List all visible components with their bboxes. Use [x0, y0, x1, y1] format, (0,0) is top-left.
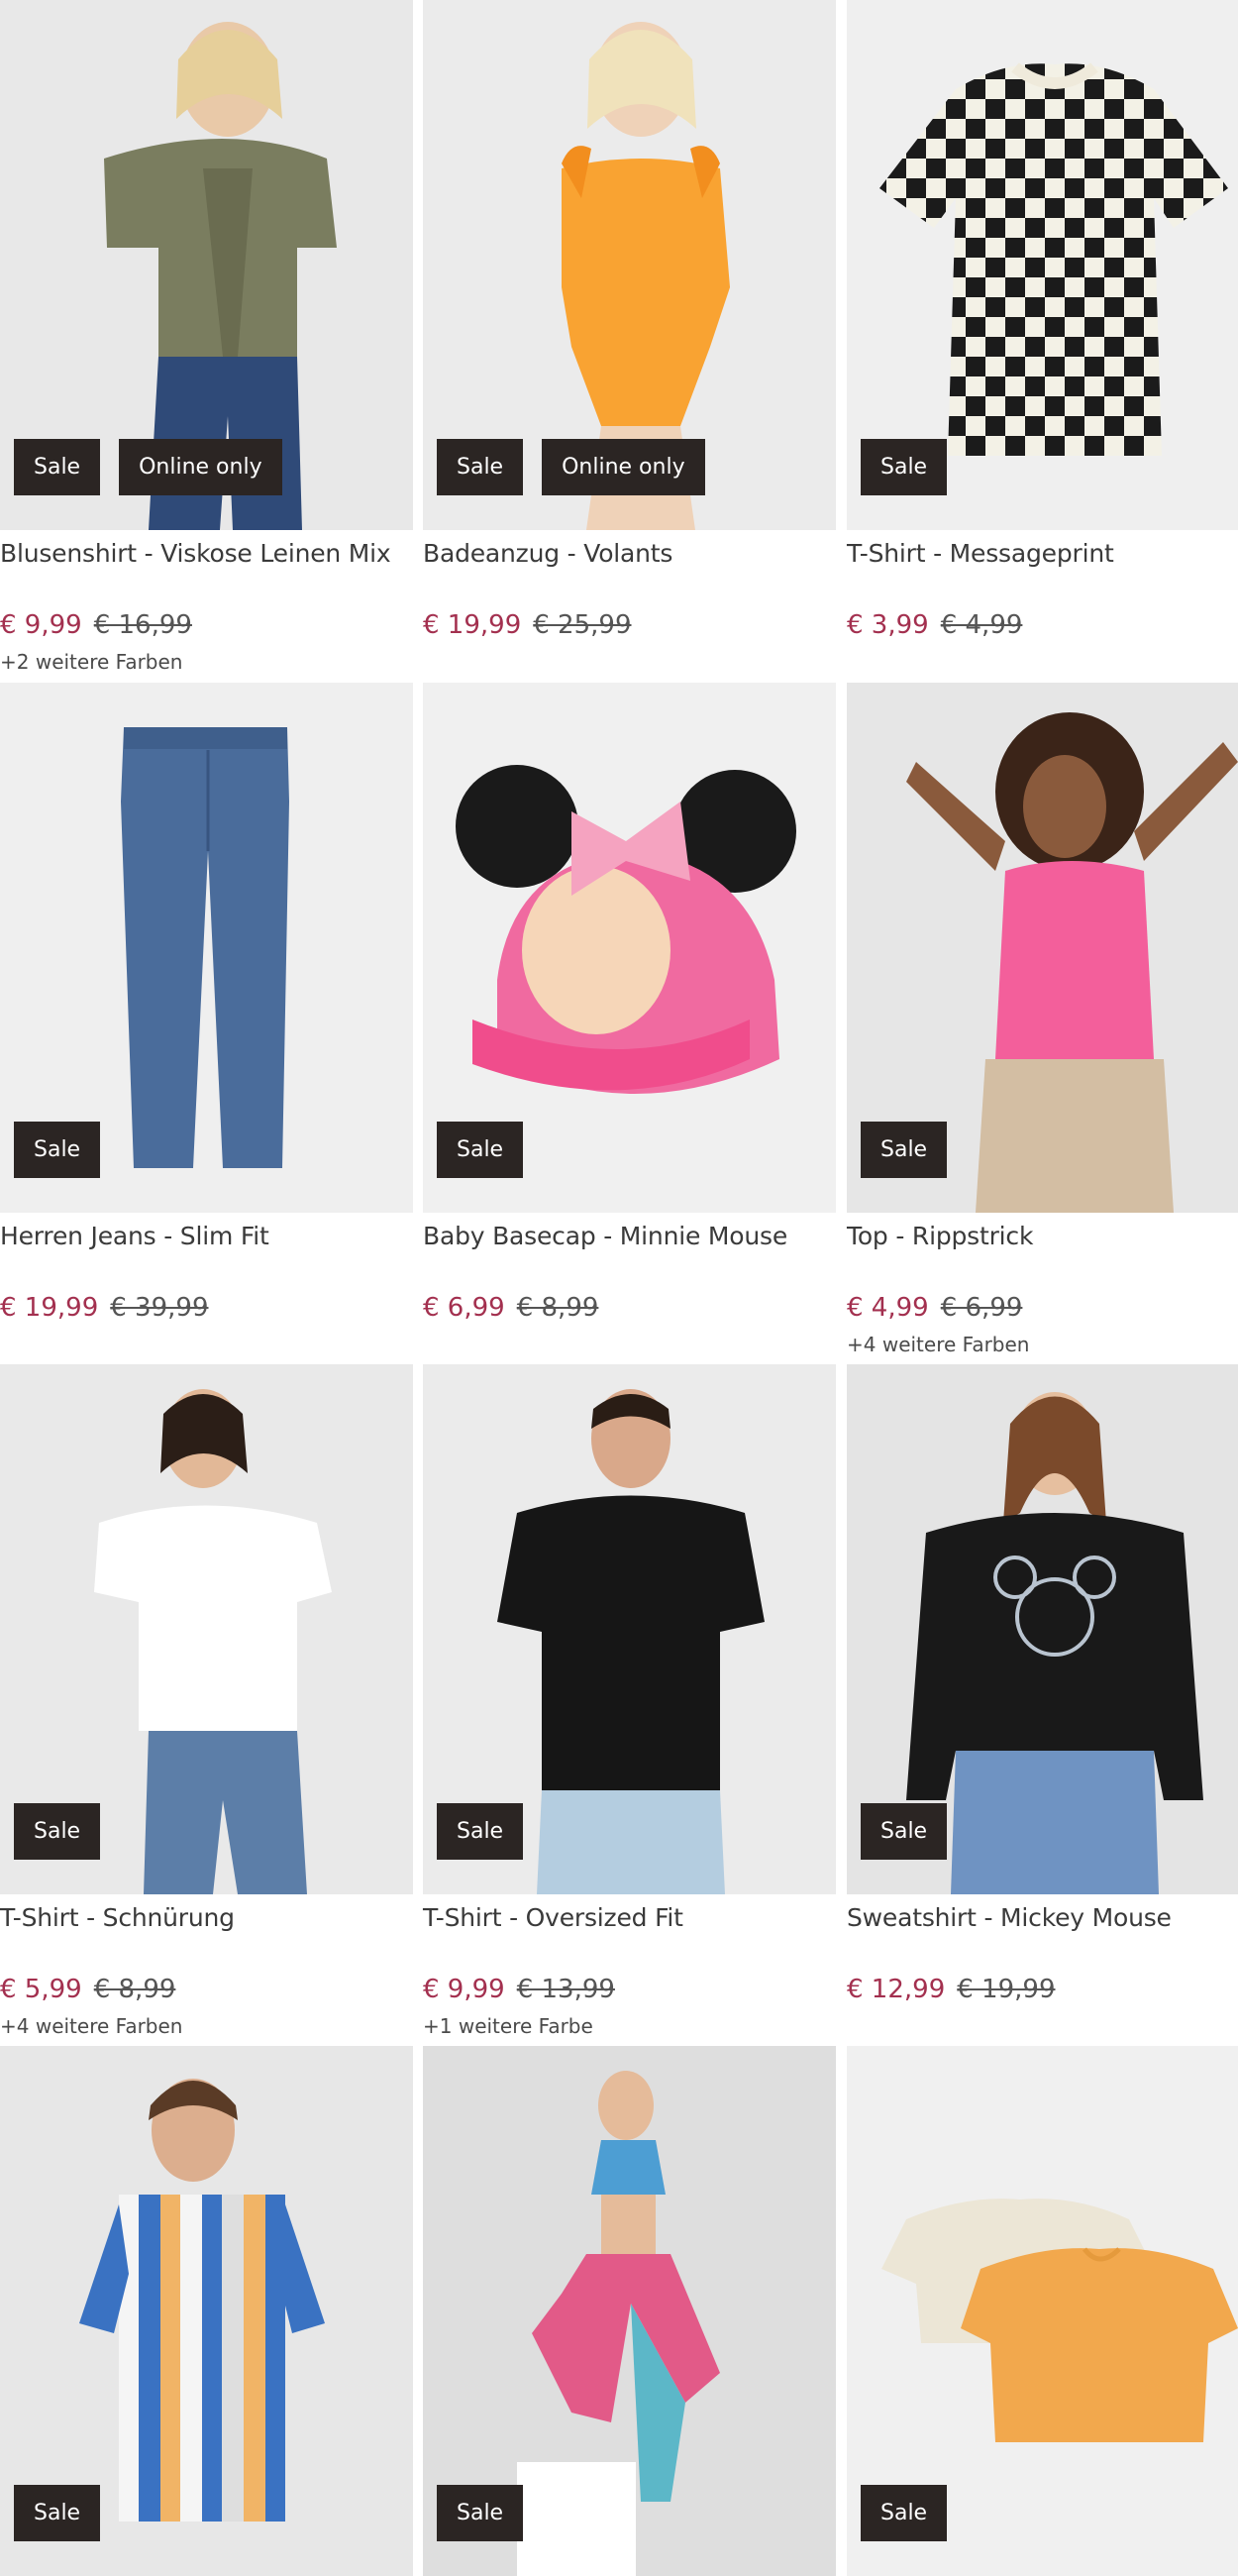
product-image[interactable]: Sale [847, 0, 1238, 530]
product-image[interactable]: Sale [847, 683, 1238, 1213]
product-image[interactable]: Sale [847, 2046, 1238, 2576]
product-image[interactable]: Sale [0, 1364, 413, 1894]
product-image[interactable]: Sale Online only [0, 0, 413, 530]
more-colors-link[interactable]: +1 weitere Farbe [423, 2013, 593, 2039]
product-price-row: € 4,99 € 6,99 [847, 1290, 1022, 1326]
product-price-row: € 3,99 € 4,99 [847, 607, 1022, 643]
sale-badge: Sale [861, 439, 948, 495]
product-price-row: € 6,99 € 8,99 [423, 1290, 598, 1326]
sale-price: € 9,99 [0, 610, 82, 640]
badge-group: Sale [14, 1803, 101, 1860]
sale-badge: Sale [861, 2485, 948, 2541]
product-image[interactable]: Sale [423, 2046, 836, 2576]
sale-badge: Sale [437, 1122, 524, 1178]
badge-group: Sale Online only [14, 439, 282, 495]
sale-badge: Sale [861, 1803, 948, 1860]
product-title[interactable]: Herren Jeans - Slim Fit [0, 1219, 269, 1254]
sale-price: € 9,99 [423, 1975, 505, 2004]
product-price-row: € 9,99 € 16,99 [0, 607, 192, 643]
product-image[interactable]: Sale [423, 683, 836, 1213]
badge-group: Sale [861, 1803, 948, 1860]
original-price: € 13,99 [516, 1975, 615, 2004]
product-price-row: € 9,99 € 13,99 [423, 1972, 615, 2007]
product-title[interactable]: Badeanzug - Volants [423, 536, 672, 572]
badge-group: Sale Online only [437, 439, 705, 495]
sale-price: € 3,99 [847, 610, 929, 640]
original-price: € 16,99 [93, 610, 192, 640]
sale-price: € 19,99 [423, 610, 522, 640]
product-title[interactable]: T-Shirt - Messageprint [847, 536, 1114, 572]
badge-group: Sale [437, 1122, 524, 1178]
product-image[interactable]: Sale [0, 683, 413, 1213]
sale-price: € 4,99 [847, 1293, 929, 1323]
sale-badge: Sale [14, 2485, 101, 2541]
sale-badge: Sale [14, 439, 101, 495]
original-price: € 25,99 [533, 610, 632, 640]
product-price-row: € 5,99 € 8,99 [0, 1972, 175, 2007]
badge-group: Sale [14, 1122, 101, 1178]
product-title[interactable]: Blusenshirt - Viskose Leinen Mix [0, 536, 391, 572]
product-title[interactable]: Top - Rippstrick [847, 1219, 1033, 1254]
original-price: € 19,99 [957, 1975, 1056, 2004]
sale-badge: Sale [437, 439, 524, 495]
badge-group: Sale [861, 1122, 948, 1178]
product-title[interactable]: T-Shirt - Schnürung [0, 1900, 235, 1936]
product-price-row: € 12,99 € 19,99 [847, 1972, 1056, 2007]
sale-badge: Sale [437, 2485, 524, 2541]
original-price: € 8,99 [93, 1975, 176, 2004]
sale-badge: Sale [861, 1122, 948, 1178]
product-price-row: € 19,99 € 39,99 [0, 1290, 209, 1326]
product-price-row: € 19,99 € 25,99 [423, 607, 632, 643]
sale-price: € 12,99 [847, 1975, 946, 2004]
sale-badge: Sale [437, 1803, 524, 1860]
more-colors-link[interactable]: +4 weitere Farben [847, 1332, 1029, 1357]
badge-group: Sale [437, 2485, 524, 2541]
product-title[interactable]: T-Shirt - Oversized Fit [423, 1900, 683, 1936]
sale-price: € 5,99 [0, 1975, 82, 2004]
product-image[interactable]: Sale [0, 2046, 413, 2576]
online-only-badge: Online only [119, 439, 282, 495]
original-price: € 39,99 [110, 1293, 209, 1323]
badge-group: Sale [861, 2485, 948, 2541]
product-image[interactable]: Sale [847, 1364, 1238, 1894]
original-price: € 6,99 [940, 1293, 1023, 1323]
original-price: € 4,99 [940, 610, 1023, 640]
product-title[interactable]: Sweatshirt - Mickey Mouse [847, 1900, 1172, 1936]
product-title[interactable]: Baby Basecap - Minnie Mouse [423, 1219, 787, 1254]
sale-badge: Sale [14, 1803, 101, 1860]
more-colors-link[interactable]: +4 weitere Farben [0, 2013, 182, 2039]
more-colors-link[interactable]: +2 weitere Farben [0, 649, 182, 675]
sale-badge: Sale [14, 1122, 101, 1178]
original-price: € 8,99 [516, 1293, 599, 1323]
sale-price: € 19,99 [0, 1293, 99, 1323]
product-image[interactable]: Sale Online only [423, 0, 836, 530]
product-image[interactable]: Sale [423, 1364, 836, 1894]
sale-price: € 6,99 [423, 1293, 505, 1323]
online-only-badge: Online only [542, 439, 705, 495]
badge-group: Sale [861, 439, 948, 495]
badge-group: Sale [437, 1803, 524, 1860]
badge-group: Sale [14, 2485, 101, 2541]
